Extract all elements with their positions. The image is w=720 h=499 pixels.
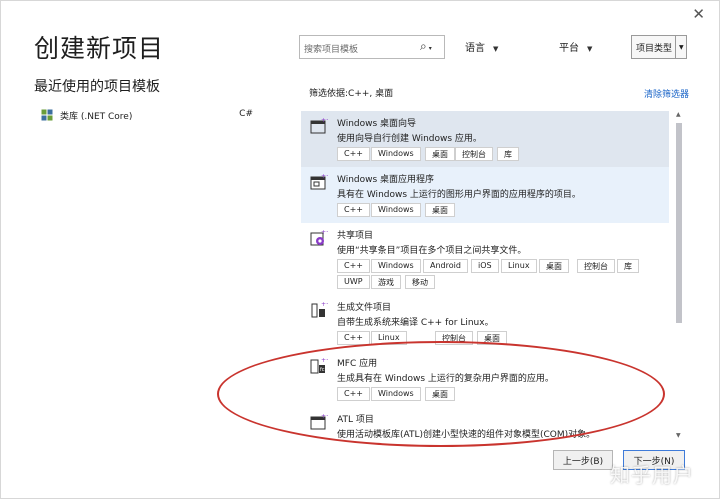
template-name: 生成文件项目 xyxy=(337,303,392,313)
template-item-windows-desktop-wizard[interactable]: ++ Windows 桌面向导 使用向导自行创建 Windows 应用。 C++… xyxy=(301,111,669,167)
template-desc: 使用活动模板库(ATL)创建小型快速的组件对象模型(COM)对象。 xyxy=(337,430,596,440)
svg-text:++: ++ xyxy=(321,173,328,180)
makefile-icon: ++ xyxy=(310,301,331,319)
scroll-up-icon[interactable]: ▲ xyxy=(676,111,681,118)
tag: 控制台 xyxy=(435,331,473,345)
tag: 桌面 xyxy=(425,387,455,401)
recent-template-item[interactable]: 类库 (.NET Core) C# xyxy=(41,105,261,125)
tag: C++ xyxy=(337,259,370,273)
language-label: 语言 xyxy=(465,43,485,54)
clear-filters-link[interactable]: 清除筛选器 xyxy=(644,87,689,100)
svg-text:++: ++ xyxy=(321,117,328,124)
template-item-windows-desktop-app[interactable]: ++ Windows 桌面应用程序 具有在 Windows 上运行的图形用户界面… xyxy=(301,167,669,223)
tag: 库 xyxy=(497,147,519,161)
template-name: ATL 项目 xyxy=(337,415,374,425)
template-name: Windows 桌面应用程序 xyxy=(337,175,435,185)
template-name: MFC 应用 xyxy=(337,359,378,369)
page-title: 创建新项目 xyxy=(34,34,165,63)
template-item-atl-project[interactable]: ++ ATL 项目 使用活动模板库(ATL)创建小型快速的组件对象模型(COM)… xyxy=(301,407,669,441)
create-project-window: ✕ 创建新项目 最近使用的项目模板 类库 (.NET Core) C# 搜索项目… xyxy=(0,0,720,499)
tag: Android xyxy=(423,259,468,273)
tag: Linux xyxy=(371,331,407,345)
template-item-mfc-app[interactable]: fc ++ MFC 应用 生成具有在 Windows 上运行的复杂用户界面的应用。… xyxy=(301,351,669,407)
scroll-down-icon[interactable]: ▼ xyxy=(676,432,681,439)
template-item-shared-project[interactable]: ++ 共享项目 使用“共享条目”项目在多个项目之间共享文件。 C++ Windo… xyxy=(301,223,669,295)
tag: C++ xyxy=(337,147,370,161)
svg-text:fc: fc xyxy=(320,367,325,373)
template-item-makefile-project[interactable]: ++ 生成文件项目 自带生成系统来编译 C++ for Linux。 C++ L… xyxy=(301,295,669,351)
svg-text:++: ++ xyxy=(321,357,328,364)
tag: 桌面 xyxy=(477,331,507,345)
language-dropdown[interactable]: 语言 ▼ xyxy=(465,39,498,54)
template-name: Windows 桌面向导 xyxy=(337,119,417,129)
tag: Windows xyxy=(371,259,421,273)
chevron-down-icon: ▼ xyxy=(587,45,593,53)
tag: 游戏 xyxy=(371,275,401,289)
atl-icon: ++ xyxy=(310,413,331,431)
tag: Windows xyxy=(371,203,421,217)
template-desc: 自带生成系统来编译 C++ for Linux。 xyxy=(337,318,494,328)
template-desc: 使用向导自行创建 Windows 应用。 xyxy=(337,134,482,144)
filter-summary: 筛选依据:C++, 桌面 xyxy=(309,89,394,99)
svg-text:++: ++ xyxy=(321,301,328,308)
recent-templates-heading: 最近使用的项目模板 xyxy=(34,79,160,95)
search-icon[interactable]: ⌕ ▾ xyxy=(420,39,440,55)
shared-project-icon: ++ xyxy=(310,229,331,247)
tag: 移动 xyxy=(405,275,435,289)
search-input[interactable]: 搜索项目模板 ⌕ ▾ xyxy=(299,35,445,59)
svg-text:++: ++ xyxy=(321,413,328,420)
tag: 控制台 xyxy=(455,147,493,161)
tag: 桌面 xyxy=(425,203,455,217)
tag: 控制台 xyxy=(577,259,615,273)
watermark: 知乎用户 xyxy=(610,463,694,487)
tag: C++ xyxy=(337,331,370,345)
tag: Windows xyxy=(371,387,421,401)
template-list-scrollbar[interactable]: ▲ ▼ xyxy=(674,111,684,439)
prev-button[interactable]: 上一步(B) xyxy=(553,450,613,470)
platform-label: 平台 xyxy=(559,43,579,54)
desktop-app-icon: ++ xyxy=(310,173,331,191)
platform-dropdown[interactable]: 平台 ▼ xyxy=(559,39,592,54)
tag: 桌面 xyxy=(425,147,455,161)
template-desc: 生成具有在 Windows 上运行的复杂用户界面的应用。 xyxy=(337,374,554,384)
template-desc: 具有在 Windows 上运行的图形用户界面的应用程序的项目。 xyxy=(337,190,581,200)
tag: Linux xyxy=(501,259,537,273)
recent-template-name: 类库 (.NET Core) xyxy=(60,111,133,122)
chevron-down-icon: ▼ xyxy=(493,45,499,53)
tag: Windows xyxy=(371,147,421,161)
tag: C++ xyxy=(337,203,370,217)
close-icon[interactable]: ✕ xyxy=(692,5,705,23)
tag: 库 xyxy=(617,259,639,273)
template-desc: 使用“共享条目”项目在多个项目之间共享文件。 xyxy=(337,246,527,256)
wizard-icon: ++ xyxy=(310,117,331,135)
template-list: ++ Windows 桌面向导 使用向导自行创建 Windows 应用。 C++… xyxy=(301,111,669,441)
chevron-down-icon[interactable]: ▼ xyxy=(679,44,684,51)
project-type-dropdown[interactable]: 项目类型 ▼ xyxy=(631,35,687,59)
mfc-icon: fc ++ xyxy=(310,357,331,375)
search-placeholder: 搜索项目模板 xyxy=(304,45,359,55)
svg-text:++: ++ xyxy=(321,229,328,236)
tag: 桌面 xyxy=(539,259,569,273)
scrollbar-thumb[interactable] xyxy=(676,123,682,323)
tag: iOS xyxy=(471,259,499,273)
tag: UWP xyxy=(337,275,370,289)
class-library-icon xyxy=(41,109,54,121)
template-name: 共享项目 xyxy=(337,231,374,241)
tag: C++ xyxy=(337,387,370,401)
recent-template-lang: C# xyxy=(239,109,253,119)
project-type-label: 项目类型 xyxy=(632,36,676,58)
